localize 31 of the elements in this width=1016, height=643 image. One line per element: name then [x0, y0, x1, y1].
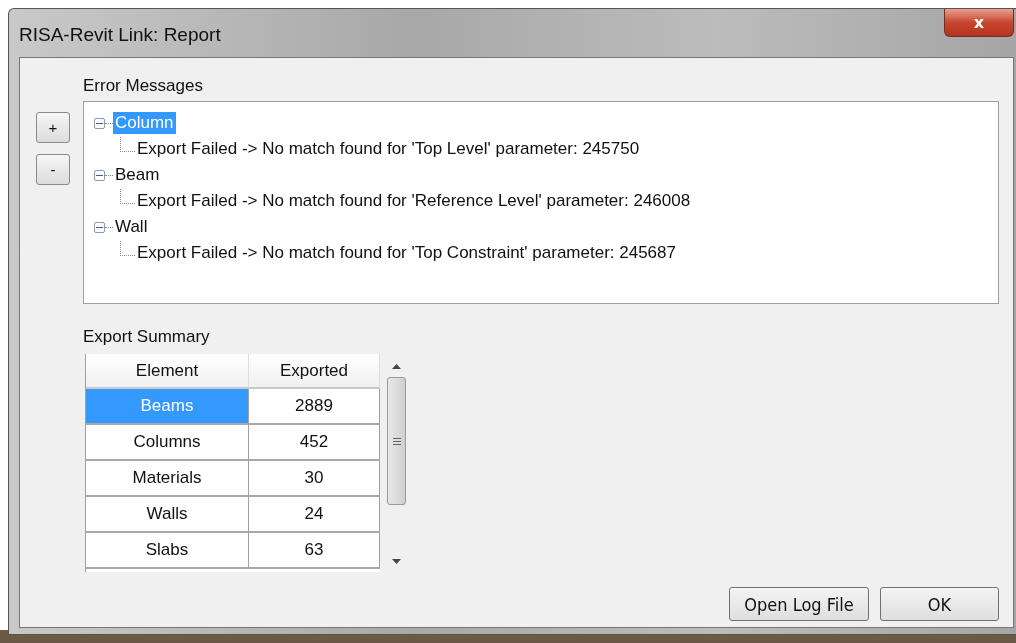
column-header[interactable]: Exported: [249, 354, 380, 389]
tree-node[interactable]: Beam: [113, 164, 162, 186]
window-title: RISA-Revit Link: Report: [19, 24, 221, 46]
error-message[interactable]: Export Failed -> No match found for 'Reference Level' parameter: 246008: [137, 191, 691, 211]
collapse-all-button[interactable]: -: [36, 154, 70, 185]
scroll-down-icon[interactable]: [392, 559, 401, 564]
ok-button[interactable]: OK: [880, 587, 999, 621]
table-cell: 63: [249, 533, 380, 569]
table-cell: Walls: [86, 497, 249, 533]
open-log-button[interactable]: Open Log File: [729, 587, 869, 621]
table-cell: 30: [249, 461, 380, 497]
scroll-up-icon[interactable]: [392, 364, 401, 369]
error-message[interactable]: Export Failed -> No match found for 'Top Level' parameter: 245750: [137, 139, 640, 159]
tree-node[interactable]: Wall: [113, 216, 150, 238]
table-cell: Beams: [86, 389, 249, 425]
section-label: Error Messages: [83, 76, 204, 96]
table-cell: 2889: [249, 389, 380, 425]
table-cell: 24: [249, 497, 380, 533]
scroll-thumb[interactable]: [387, 377, 406, 505]
close-button[interactable]: x: [944, 9, 1014, 37]
table-cell: 452: [249, 425, 380, 461]
column-header[interactable]: Element: [86, 354, 249, 389]
collapse-icon[interactable]: [94, 221, 105, 233]
section-label: Export Summary: [83, 327, 211, 347]
table-cell: Materials: [86, 461, 249, 497]
table-cell: Slabs: [86, 533, 249, 569]
collapse-icon[interactable]: [94, 169, 105, 181]
error-message[interactable]: Export Failed -> No match found for 'Top Constraint' parameter: 245687: [137, 243, 676, 263]
expand-all-button[interactable]: +: [36, 112, 70, 143]
table-cell: Columns: [86, 425, 249, 461]
collapse-icon[interactable]: [94, 117, 105, 129]
